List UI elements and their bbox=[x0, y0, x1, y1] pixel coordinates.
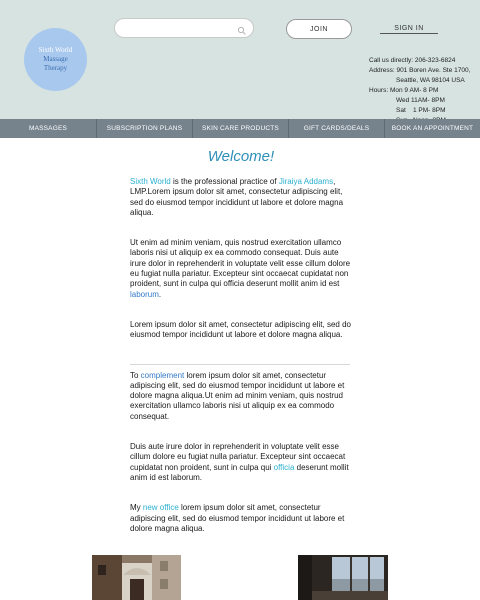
intro-text-1: is the professional practice of bbox=[170, 177, 279, 186]
nav-item-gift-cards-deals[interactable]: GIFT CARDS/DEALS bbox=[289, 119, 385, 138]
page-title: Welcome! bbox=[207, 148, 275, 165]
contact-address-line-2: Seattle, WA 98104 USA bbox=[396, 77, 465, 84]
para2-text-2: . bbox=[158, 289, 162, 299]
contact-phone: Call us directly: 206-323-6824 bbox=[369, 57, 456, 64]
contact-info: Call us directly: 206-323-6824 Address: … bbox=[369, 56, 474, 126]
site-logo[interactable]: Sixth World Massage Therapy bbox=[24, 28, 87, 91]
join-button[interactable]: JOIN bbox=[286, 19, 352, 39]
main-nav: MASSAGES SUBSCRIPTION PLANS SKIN CARE PR… bbox=[0, 119, 480, 138]
body-paragraph-4: To complement lorem ipsum dolor sit amet… bbox=[130, 371, 352, 422]
new-office-link[interactable]: new office bbox=[143, 503, 179, 512]
contact-hours-line-1: Hours: Mon 9 AM- 8 PM bbox=[369, 87, 439, 94]
contact-hours-line-2: Wed 11AM- 8PM bbox=[396, 97, 445, 104]
logo-line-2: Massage bbox=[43, 55, 68, 63]
section-divider bbox=[130, 364, 350, 365]
sixth-world-link[interactable]: Sixth World bbox=[130, 177, 171, 186]
body-paragraph-3: Lorem ipsum dolor sit amet, consectetur … bbox=[130, 319, 351, 340]
nav-item-skin-care-products[interactable]: SKIN CARE PRODUCTS bbox=[193, 119, 289, 138]
office-interior-photo bbox=[298, 555, 388, 600]
body-paragraph-5: Duis aute irure dolor in reprehenderit i… bbox=[130, 442, 352, 483]
main-content: Welcome! Sixth World is the professional… bbox=[130, 148, 352, 534]
complement-link[interactable]: complement bbox=[141, 371, 185, 380]
building-exterior-photo bbox=[92, 555, 181, 600]
site-header: Sixth World Massage Therapy JOIN SIGN IN… bbox=[0, 0, 480, 124]
contact-address-line-1: Address: 901 Boren Ave. Ste 1700, bbox=[369, 67, 471, 74]
para4-text-1: To bbox=[130, 370, 141, 380]
body-paragraph-2: Ut enim ad minim veniam, quis nostrud ex… bbox=[130, 238, 352, 300]
para6-text-1: My bbox=[130, 503, 143, 513]
nav-item-subscription-plans[interactable]: SUBSCRIPTION PLANS bbox=[97, 119, 193, 138]
body-paragraph-6: My new office lorem ipsum dolor sit amet… bbox=[130, 503, 352, 534]
nav-item-massages[interactable]: MASSAGES bbox=[0, 119, 97, 138]
search-icon[interactable] bbox=[237, 23, 247, 35]
logo-line-3: Therapy bbox=[43, 64, 68, 72]
nav-item-book-appointment[interactable]: BOOK AN APPOINTMENT bbox=[385, 119, 480, 138]
laborum-link[interactable]: laborum bbox=[130, 290, 159, 299]
logo-line-1: Sixth World bbox=[38, 46, 73, 54]
para2-text-1: Ut enim ad minim veniam, quis nostrud ex… bbox=[130, 238, 351, 289]
search-input[interactable] bbox=[123, 20, 241, 39]
officia-link[interactable]: officia bbox=[274, 463, 295, 472]
sign-in-link[interactable]: SIGN IN bbox=[380, 25, 438, 34]
search-box[interactable] bbox=[114, 18, 254, 39]
contact-hours-line-3: Sat 1 PM- 8PM bbox=[396, 107, 446, 114]
intro-paragraph: Sixth World is the professional practice… bbox=[130, 177, 352, 218]
jiraiya-addams-link[interactable]: Jiraiya Addams bbox=[279, 177, 333, 186]
